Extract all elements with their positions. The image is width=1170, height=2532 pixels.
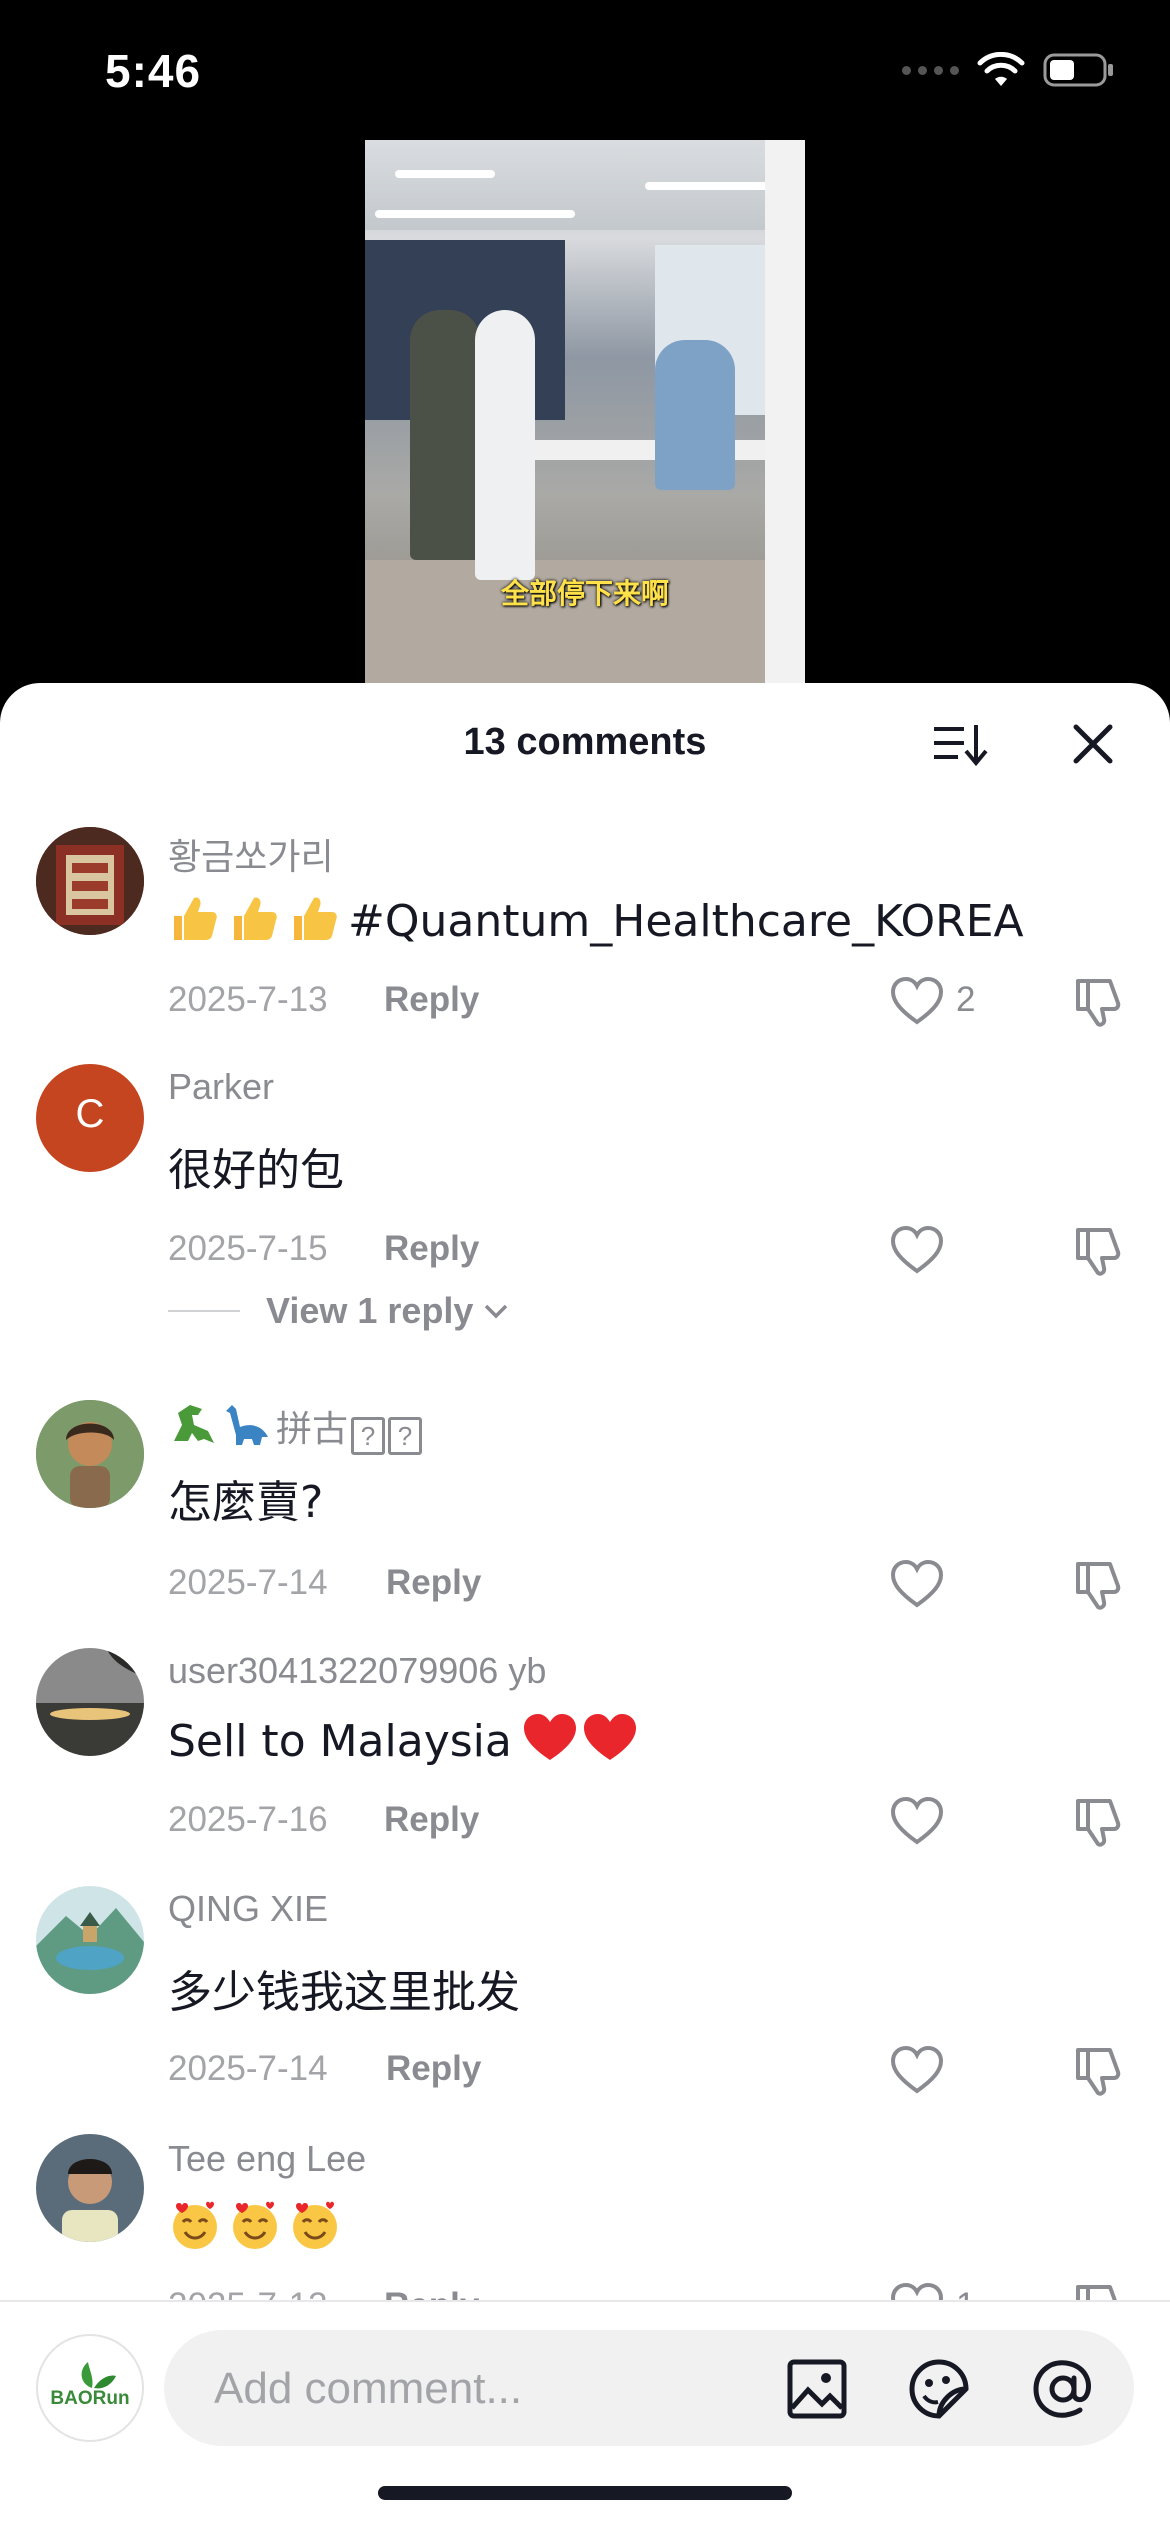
username-text: 拼古: [276, 1408, 349, 1449]
video-light: [395, 170, 495, 178]
comment-username[interactable]: 황금쏘가리: [168, 828, 334, 880]
sticker-icon[interactable]: [908, 2358, 970, 2420]
dislike-icon[interactable]: [1070, 1793, 1126, 1849]
home-indicator[interactable]: [378, 2486, 792, 2500]
comment-username[interactable]: 拼古??: [168, 1400, 423, 1455]
heart-icon[interactable]: [890, 1796, 944, 1846]
avatar[interactable]: C: [36, 1064, 144, 1172]
comment-date: 2025-7-14: [168, 2049, 328, 2088]
video-player[interactable]: 全部停下来啊: [365, 140, 805, 685]
sauropod-emoji-icon: [226, 1405, 268, 1445]
comment-date: 2025-7-14: [168, 1563, 328, 1602]
status-icons: [902, 52, 1115, 88]
chevron-down-icon: [485, 1304, 508, 1319]
close-icon[interactable]: [1068, 719, 1118, 769]
comment-text: 怎麼賣?: [168, 1477, 324, 1528]
unknown-glyph-box: ?: [351, 1417, 386, 1455]
thumbs-up-emoji-icon: [234, 897, 277, 940]
my-avatar[interactable]: BAORun: [36, 2334, 144, 2442]
heart-icon[interactable]: [890, 976, 944, 1026]
comment-date: 2025-7-16: [168, 1800, 328, 1839]
battery-icon: [1043, 53, 1113, 87]
comment-input[interactable]: Add comment...: [164, 2330, 1134, 2446]
comment-text-body: #Quantum_Healthcare_KOREA: [348, 896, 1024, 947]
comment-date: 2025-7-13: [168, 980, 328, 1019]
video-person: [410, 310, 480, 560]
status-bar: 5:46: [0, 0, 1170, 140]
reply-button[interactable]: Reply: [384, 1800, 479, 1840]
heart-icon[interactable]: [890, 2045, 944, 2095]
video-subtitle: 全部停下来啊: [500, 577, 669, 610]
avatar-image: [36, 1886, 144, 1994]
unknown-glyph-box: ?: [388, 1417, 423, 1455]
status-time: 5:46: [105, 45, 202, 97]
mention-icon[interactable]: [1032, 2358, 1094, 2420]
reply-button[interactable]: Reply: [386, 1563, 481, 1603]
smiling-face-with-hearts-emoji-icon: [173, 2201, 217, 2249]
smiling-face-with-hearts-emoji-icon: [233, 2201, 277, 2249]
wifi-icon: [977, 52, 1025, 86]
dislike-icon[interactable]: [1070, 973, 1126, 1029]
comment-text: 很好的包: [168, 1145, 344, 1196]
my-avatar-text: BAORun: [50, 2388, 130, 2409]
view-replies-label: View 1 reply: [266, 1290, 474, 1331]
view-replies-button[interactable]: View 1 reply: [168, 1290, 511, 1332]
avatar-image: [36, 1648, 144, 1756]
comment-input-placeholder: Add comment...: [214, 2364, 523, 2413]
thumbs-up-emoji-icon: [174, 897, 217, 940]
avatar-letter: C: [75, 1092, 105, 1136]
comment-username[interactable]: Tee eng Lee: [168, 2138, 366, 2180]
image-icon[interactable]: [786, 2358, 848, 2420]
avatar[interactable]: [36, 1648, 144, 1756]
comment-username[interactable]: user3041322079906 yb: [168, 1650, 546, 1692]
signal-icon: [902, 65, 959, 75]
video-person: [655, 340, 735, 490]
video-table: [495, 440, 805, 460]
dislike-icon[interactable]: [1070, 1222, 1126, 1278]
heart-icon[interactable]: [890, 1559, 944, 1609]
heart-icon[interactable]: [890, 1225, 944, 1275]
avatar[interactable]: [36, 2134, 144, 2242]
sheet-header: 13 comments: [0, 683, 1170, 803]
avatar[interactable]: [36, 1886, 144, 1994]
reply-button[interactable]: Reply: [386, 2049, 481, 2089]
red-heart-emoji-icon: [523, 1714, 576, 1760]
comment-username[interactable]: Parker: [168, 1066, 274, 1108]
red-heart-emoji-icon: [583, 1714, 636, 1760]
comment-text: [168, 2198, 348, 2255]
comments-count-title: 13 comments: [463, 721, 707, 763]
avatar-image: [36, 827, 144, 935]
comment-text: #Quantum_Healthcare_KOREA: [168, 892, 1024, 947]
avatar-image: [36, 2134, 144, 2242]
reply-button[interactable]: Reply: [384, 1229, 479, 1269]
dislike-icon[interactable]: [1070, 2042, 1126, 2098]
comment-username[interactable]: QING XIE: [168, 1888, 328, 1930]
comment-text: Sell to Malaysia: [168, 1712, 638, 1767]
video-person: [475, 310, 535, 580]
dislike-icon[interactable]: [1070, 1556, 1126, 1612]
comment-text: 多少钱我这里批发: [168, 1967, 520, 2018]
comment-date: 2025-7-15: [168, 1229, 328, 1268]
avatar[interactable]: [36, 1400, 144, 1508]
avatar-image: [36, 1400, 144, 1508]
reply-button[interactable]: Reply: [384, 980, 479, 1020]
avatar[interactable]: [36, 827, 144, 935]
comment-text-body: Sell to Malaysia: [168, 1716, 512, 1767]
thumbs-up-emoji-icon: [294, 897, 337, 940]
divider: [168, 1310, 240, 1312]
video-light: [375, 210, 575, 218]
t-rex-emoji-icon: [174, 1405, 214, 1443]
like-count: 2: [956, 980, 976, 1019]
smiling-face-with-hearts-emoji-icon: [293, 2201, 337, 2249]
sort-icon[interactable]: [930, 719, 990, 769]
